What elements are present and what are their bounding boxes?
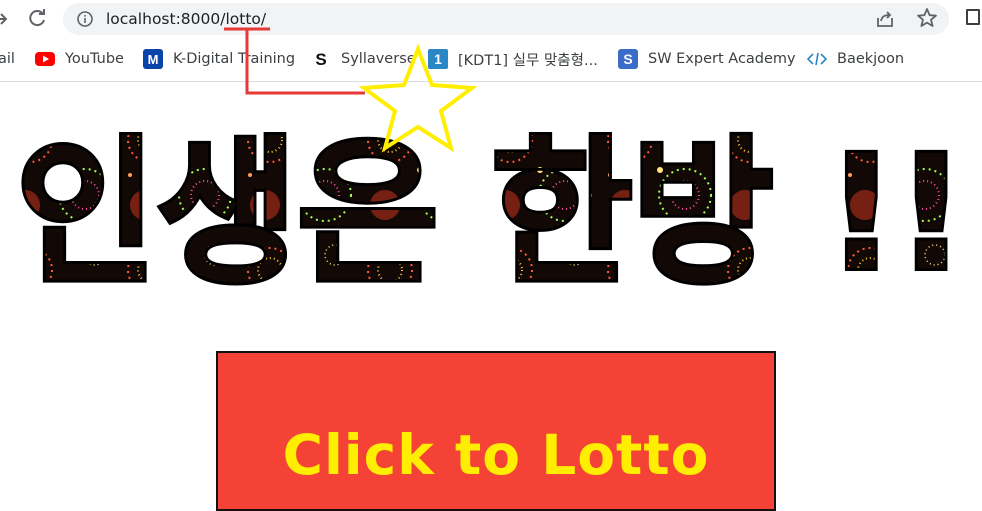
lotto-button[interactable]: Click to Lotto bbox=[216, 351, 776, 511]
bookmarks-bar: ail YouTube M K-Digital Training S Sylla… bbox=[0, 40, 982, 78]
lotto-button-label: Click to Lotto bbox=[282, 423, 710, 487]
bookmark-baekjoon[interactable]: Baekjoon bbox=[807, 48, 904, 70]
browser-toolbar: localhost:8000/lotto/ bbox=[0, 0, 982, 38]
headline-svg: 인생은 한방 !! bbox=[13, 119, 969, 290]
bookmark-label: [KDT1] 실무 맞춤형... bbox=[458, 52, 598, 69]
svg-text:M: M bbox=[148, 52, 159, 67]
svg-text:S: S bbox=[623, 51, 632, 67]
bookmark-label: SW Expert Academy bbox=[648, 51, 796, 67]
reload-icon[interactable] bbox=[26, 6, 48, 30]
share-icon[interactable] bbox=[874, 8, 896, 30]
bookmark-label: K-Digital Training bbox=[173, 51, 296, 67]
kdt-number-icon: 1 bbox=[428, 49, 448, 69]
info-icon[interactable] bbox=[77, 11, 93, 27]
bookmark-youtube[interactable]: YouTube bbox=[35, 48, 124, 70]
youtube-icon bbox=[35, 49, 55, 69]
bookmark-gmail[interactable]: ail bbox=[0, 48, 15, 70]
sw-expert-icon: S bbox=[618, 49, 638, 69]
bookmark-label: YouTube bbox=[65, 51, 124, 67]
bookmark-label: Baekjoon bbox=[837, 51, 905, 67]
url-host: localhost:8000 bbox=[106, 10, 221, 28]
extensions-icon[interactable] bbox=[966, 9, 980, 25]
url-text[interactable]: localhost:8000/lotto/ bbox=[106, 9, 266, 29]
bookmark-label: Syllaverse bbox=[341, 51, 416, 67]
bookmark-kdt1[interactable]: 1 [KDT1] 실무 맞춤형... bbox=[428, 48, 598, 70]
bookmark-syllaverse[interactable]: S Syllaverse bbox=[311, 48, 416, 70]
address-bar[interactable]: localhost:8000/lotto/ bbox=[63, 3, 949, 35]
svg-text:1: 1 bbox=[434, 51, 442, 67]
forward-icon[interactable] bbox=[0, 9, 8, 29]
toolbar-divider bbox=[0, 81, 982, 82]
k-digital-m-icon: M bbox=[143, 49, 163, 69]
url-path: /lotto/ bbox=[220, 10, 267, 28]
bookmark-star-icon[interactable] bbox=[916, 7, 938, 29]
syllaverse-s-icon: S bbox=[311, 49, 331, 69]
headline-text: 인생은 한방 !! bbox=[16, 122, 966, 290]
code-brackets-icon bbox=[807, 49, 827, 69]
bookmark-k-digital[interactable]: M K-Digital Training bbox=[143, 48, 295, 70]
bookmark-sw-expert[interactable]: S SW Expert Academy bbox=[618, 48, 796, 70]
bookmark-label: ail bbox=[0, 51, 15, 67]
svg-text:S: S bbox=[315, 50, 326, 69]
headline: 인생은 한방 !! bbox=[0, 100, 982, 290]
